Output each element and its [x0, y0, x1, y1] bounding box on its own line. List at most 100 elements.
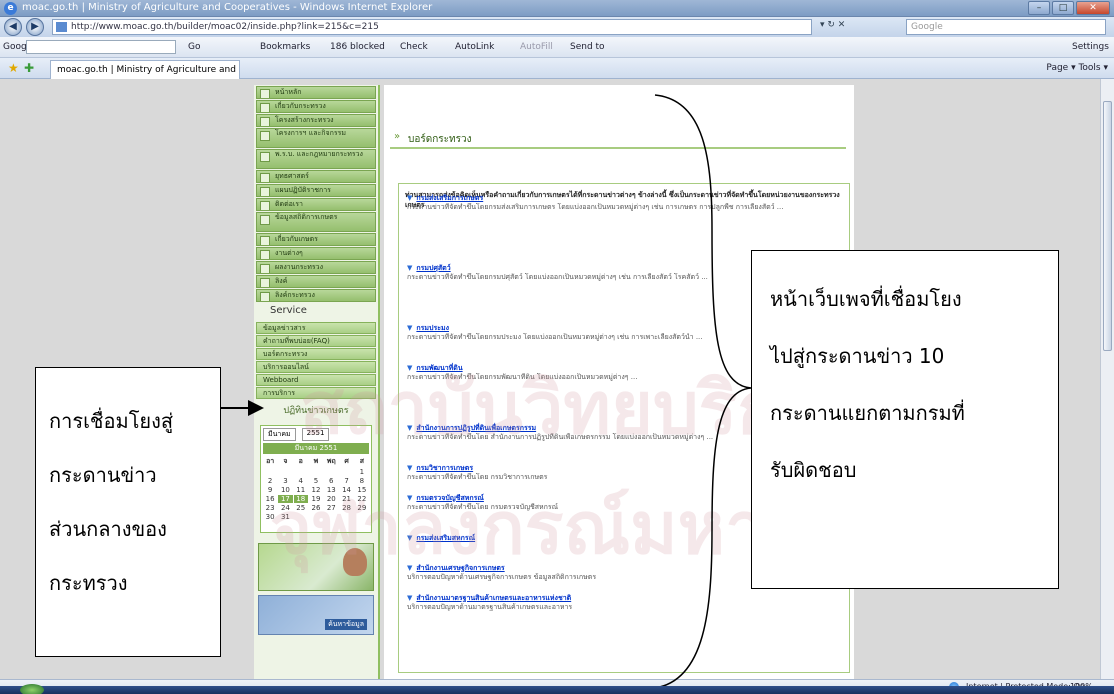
google-search-input[interactable] — [26, 40, 176, 54]
maximize-button[interactable]: □ — [1052, 1, 1074, 15]
sidebar-nav-item[interactable]: เกี่ยวกับกระทรวง — [256, 100, 376, 113]
calendar-day[interactable]: 19 — [309, 495, 323, 503]
year-select[interactable]: 2551 — [301, 428, 330, 441]
window-title: moac.go.th | Ministry of Agriculture and… — [22, 2, 433, 13]
sidebar-nav-item[interactable]: เกี่ยวกับเกษตร — [256, 233, 376, 246]
month-select[interactable]: มีนาคม — [263, 428, 296, 441]
scroll-thumb[interactable] — [1103, 101, 1112, 351]
sidebar-nav-item[interactable]: ลิงค์กระทรวง — [256, 289, 376, 302]
calendar-day[interactable]: 18 — [293, 495, 308, 503]
promo-banner[interactable] — [258, 543, 374, 591]
forward-button[interactable]: ▶ — [26, 18, 44, 36]
vertical-scrollbar[interactable] — [1100, 79, 1114, 679]
calendar-day — [309, 468, 323, 476]
sidebar-nav-item[interactable]: ข้อมูลสถิติการเกษตร — [256, 212, 376, 232]
send-to-button[interactable]: Send to — [570, 42, 605, 52]
calendar-day[interactable]: 14 — [339, 486, 353, 494]
calendar-day — [324, 468, 338, 476]
calendar-day[interactable]: 1 — [355, 468, 369, 476]
calendar-day[interactable]: 23 — [263, 504, 277, 512]
calendar-day[interactable]: 8 — [355, 477, 369, 485]
check-button[interactable]: Check — [400, 42, 428, 52]
sidebar-nav-item[interactable]: หน้าหลัก — [256, 86, 376, 99]
settings-button[interactable]: Settings — [1072, 42, 1109, 52]
service-nav-item[interactable]: บอร์ดกระทรวง — [256, 348, 376, 360]
annotation-right-box: หน้าเว็บเพจที่เชื่อมโยง ไปสู่กระดานข่าว … — [751, 250, 1059, 589]
banner-caption: ค้นหาข้อมูล — [325, 619, 367, 630]
service-label: Service — [270, 305, 307, 316]
address-bar[interactable]: http://www.moac.go.th/builder/moac02/ins… — [52, 19, 812, 35]
start-button[interactable] — [20, 684, 44, 694]
calendar-day[interactable]: 2 — [263, 477, 277, 485]
calendar-day[interactable]: 15 — [355, 486, 369, 494]
calendar-day[interactable]: 6 — [324, 477, 338, 485]
service-nav-item[interactable]: บริการออนไลน์ — [256, 361, 376, 373]
sidebar-nav-item[interactable]: งานต่างๆ — [256, 247, 376, 260]
service-nav-item[interactable]: คำถามที่พบบ่อย(FAQ) — [256, 335, 376, 347]
news-calendar: มีนาคม 2551 มีนาคม 2551 อาจอพพฤศส 1 2 3 4 5 6 7… — [260, 425, 372, 533]
sidebar-nav-item[interactable]: ผลงานกระทรวง — [256, 261, 376, 274]
calendar-day[interactable]: 17 — [278, 495, 293, 503]
calendar-day[interactable]: 24 — [278, 504, 292, 512]
favorites-star-icon[interactable]: ★ — [8, 61, 19, 75]
calendar-day[interactable]: 20 — [324, 495, 338, 503]
calendar-day[interactable]: 31 — [278, 513, 292, 521]
sidebar-nav-item[interactable]: พ.ร.บ. และกฎหมายกระทรวง — [256, 149, 376, 169]
sidebar-nav-item[interactable]: โครงสร้างกระทรวง — [256, 114, 376, 127]
calendar-day — [263, 468, 277, 476]
search-input[interactable]: Google — [906, 19, 1106, 35]
window-title-bar: e moac.go.th | Ministry of Agriculture a… — [0, 0, 1114, 17]
sidebar-nav-item[interactable]: โครงการฯ และกิจกรรม — [256, 128, 376, 148]
close-button[interactable]: ✕ — [1076, 1, 1110, 15]
calendar-day[interactable]: 21 — [339, 495, 353, 503]
calendar-weekday: จ — [283, 457, 288, 465]
autolink-button[interactable]: AutoLink — [455, 42, 494, 52]
calendar-day[interactable]: 4 — [294, 477, 308, 485]
calendar-day[interactable]: 29 — [355, 504, 369, 512]
autofill-button[interactable]: AutoFill — [520, 42, 553, 52]
search-placeholder: Google — [911, 22, 943, 32]
calendar-day — [278, 468, 292, 476]
calendar-grid: อาจอพพฤศส 1 2 3 4 5 6 7 8 9 10 11 12 13 14 15 16 17 18 19 20… — [263, 456, 369, 521]
calendar-day[interactable]: 25 — [294, 504, 308, 512]
service-nav-item[interactable]: Webboard — [256, 374, 376, 386]
add-favorites-icon[interactable]: ✚ — [24, 61, 34, 75]
back-button[interactable]: ◀ — [4, 18, 22, 36]
service-nav-item[interactable]: การบริการ — [256, 387, 376, 399]
calendar-day[interactable]: 9 — [263, 486, 277, 494]
calendar-day[interactable]: 5 — [309, 477, 323, 485]
go-button[interactable]: Go — [188, 42, 200, 52]
sidebar-nav-item[interactable]: ติดต่อเรา — [256, 198, 376, 211]
calendar-day[interactable]: 13 — [324, 486, 338, 494]
popup-blocked-indicator[interactable]: 186 blocked — [330, 42, 385, 52]
calendar-day[interactable]: 16 — [263, 495, 277, 503]
page-tools-menu[interactable]: Page ▾ Tools ▾ — [1046, 63, 1108, 73]
annotation-left-line: กระดานข่าว — [49, 463, 157, 487]
calendar-day[interactable]: 27 — [324, 504, 338, 512]
calendar-day[interactable]: 30 — [263, 513, 277, 521]
calendar-day[interactable]: 22 — [355, 495, 369, 503]
calendar-day[interactable]: 3 — [278, 477, 292, 485]
calendar-day[interactable]: 26 — [309, 504, 323, 512]
calendar-day[interactable]: 10 — [278, 486, 292, 494]
minimize-button[interactable]: – — [1028, 1, 1050, 15]
bookmarks-button[interactable]: Bookmarks — [260, 42, 310, 52]
calendar-day[interactable]: 11 — [294, 486, 308, 494]
calendar-day[interactable]: 12 — [309, 486, 323, 494]
webboard-link[interactable]: กรมส่งเสริมการเกษตร — [407, 194, 847, 203]
calendar-weekday: อ — [298, 457, 303, 465]
calendar-weekday: ศ — [344, 457, 349, 465]
taskbar — [0, 684, 1114, 694]
service-nav-item[interactable]: ข้อมูลข่าวสาร — [256, 322, 376, 334]
webboard-link[interactable]: สำนักงานมาตรฐานสินค้าเกษตรและอาหารแห่งชา… — [407, 594, 847, 603]
sidebar-nav-item[interactable]: แผนปฏิบัติราชการ — [256, 184, 376, 197]
refresh-stop-icons[interactable]: ▾ ↻ ✕ — [820, 20, 845, 30]
browser-tab[interactable]: moac.go.th | Ministry of Agriculture and… — [50, 60, 240, 79]
annotation-right-line: หน้าเว็บเพจที่เชื่อมโยง — [770, 287, 962, 311]
sidebar-nav-item[interactable]: ยุทธศาสตร์ — [256, 170, 376, 183]
search-banner[interactable]: ค้นหาข้อมูล — [258, 595, 374, 635]
calendar-day[interactable]: 28 — [339, 504, 353, 512]
calendar-header: มีนาคม 2551 — [263, 443, 369, 454]
sidebar-nav-item[interactable]: ลิงค์ — [256, 275, 376, 288]
calendar-day[interactable]: 7 — [339, 477, 353, 485]
